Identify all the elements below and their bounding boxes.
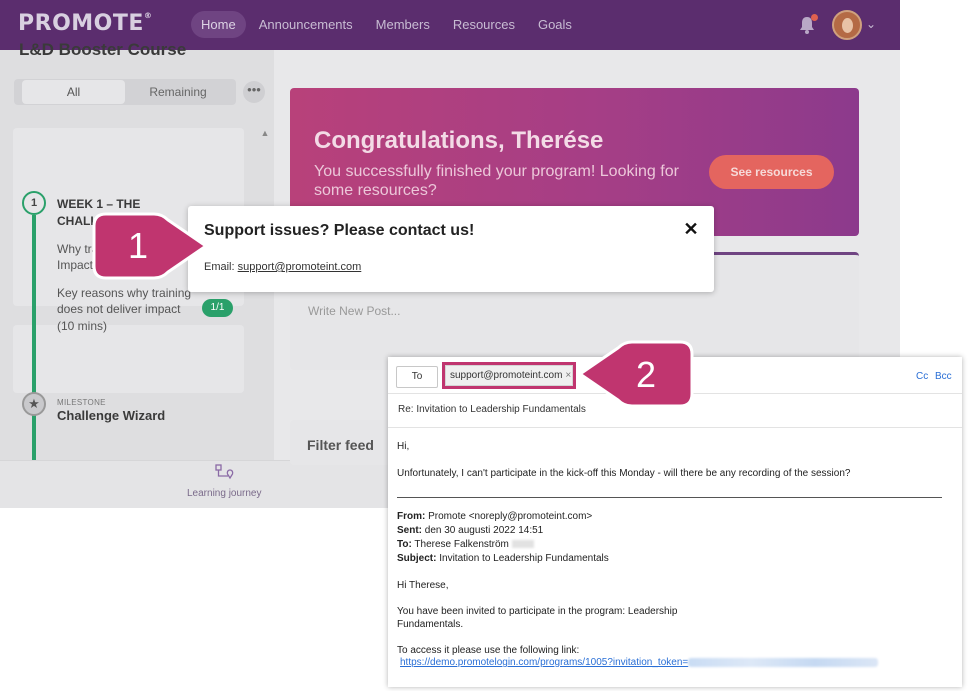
- learning-journey-icon[interactable]: [214, 463, 236, 483]
- quoted-to: To: Therese Falkenström: [397, 538, 534, 551]
- nav-members[interactable]: Members: [366, 11, 440, 38]
- recipient-chip[interactable]: support@promoteint.com ×: [445, 365, 573, 386]
- bcc-link[interactable]: Bcc: [935, 371, 952, 382]
- notification-dot: [811, 14, 818, 21]
- quoted-line-3: To access it please use the following li…: [397, 645, 580, 656]
- dialog-title: Support issues? Please contact us!: [204, 222, 475, 239]
- email-body[interactable]: Unfortunately, I can't participate in th…: [397, 467, 850, 480]
- quoted-line-1: You have been invited to participate in …: [397, 606, 678, 617]
- nav-goals[interactable]: Goals: [528, 11, 582, 38]
- callout-one: 1: [92, 212, 209, 280]
- support-email-line: Email: support@promoteint.com: [204, 261, 361, 273]
- nav-resources[interactable]: Resources: [443, 11, 525, 38]
- banner-text: You successfully finished your program! …: [314, 163, 679, 199]
- invitation-link[interactable]: https://demo.promotelogin.com/programs/1…: [400, 657, 879, 668]
- quoted-greeting: Hi Therese,: [397, 580, 449, 591]
- main-nav: Home Announcements Members Resources Goa…: [191, 11, 585, 38]
- user-avatar[interactable]: [832, 10, 862, 40]
- milestone-title[interactable]: Challenge Wizard: [57, 408, 165, 423]
- learning-journey-tab[interactable]: Learning journey: [187, 488, 262, 499]
- redacted-token: [688, 657, 879, 667]
- filter-feed-title: Filter feed: [307, 437, 374, 453]
- redacted-text: [511, 540, 534, 549]
- lesson-item-2-line2[interactable]: does not deliver impact: [57, 301, 180, 317]
- quoted-subject: Subject: Invitation to Leadership Fundam…: [397, 553, 609, 564]
- progress-timeline: [32, 215, 36, 461]
- quoted-line-2: Fundamentals.: [397, 619, 464, 630]
- support-email-link[interactable]: support@promoteint.com: [238, 261, 362, 273]
- scroll-up-arrow-icon[interactable]: ▲: [259, 128, 271, 140]
- step-number: 1: [22, 191, 46, 215]
- quoted-from: From: Promote <noreply@promoteint.com>: [397, 511, 593, 522]
- recipient-address: support@promoteint.com: [450, 370, 563, 381]
- email-greeting[interactable]: Hi,: [397, 440, 409, 453]
- lesson-item-2-line1[interactable]: Key reasons why training: [57, 285, 191, 301]
- filter-all-tab[interactable]: All: [22, 80, 125, 104]
- chevron-down-icon[interactable]: ⌄: [866, 17, 876, 31]
- promote-logo[interactable]: PROMOTE®: [18, 11, 152, 36]
- reply-divider: [397, 497, 942, 498]
- course-title: L&D Booster Course: [19, 40, 187, 59]
- more-options-icon[interactable]: •••: [243, 81, 265, 103]
- close-icon[interactable]: ✕: [682, 219, 700, 239]
- quoted-sent: Sent: den 30 augusti 2022 14:51: [397, 525, 544, 536]
- milestone-card[interactable]: [13, 325, 244, 393]
- subject-field[interactable]: Re: Invitation to Leadership Fundamental…: [398, 404, 586, 415]
- callout-one-label: 1: [128, 225, 148, 266]
- completion-badge: 1/1: [202, 299, 233, 317]
- to-button[interactable]: To: [396, 366, 438, 388]
- new-post-input[interactable]: Write New Post...: [308, 304, 400, 318]
- callout-two: 2: [578, 340, 694, 408]
- cc-link[interactable]: Cc: [916, 371, 928, 382]
- star-icon: ★: [22, 392, 46, 416]
- nav-announcements[interactable]: Announcements: [249, 11, 363, 38]
- remove-recipient-icon[interactable]: ×: [565, 370, 571, 381]
- milestone-label: MILESTONE: [57, 398, 106, 407]
- lesson-item-2-line3[interactable]: (10 mins): [57, 318, 107, 334]
- filter-remaining-tab[interactable]: Remaining: [128, 80, 228, 104]
- nav-home[interactable]: Home: [191, 11, 246, 38]
- banner-title: Congratulations, Therése: [314, 127, 604, 154]
- see-resources-button[interactable]: See resources: [709, 155, 834, 189]
- callout-two-label: 2: [636, 354, 656, 395]
- support-dialog: [188, 206, 714, 292]
